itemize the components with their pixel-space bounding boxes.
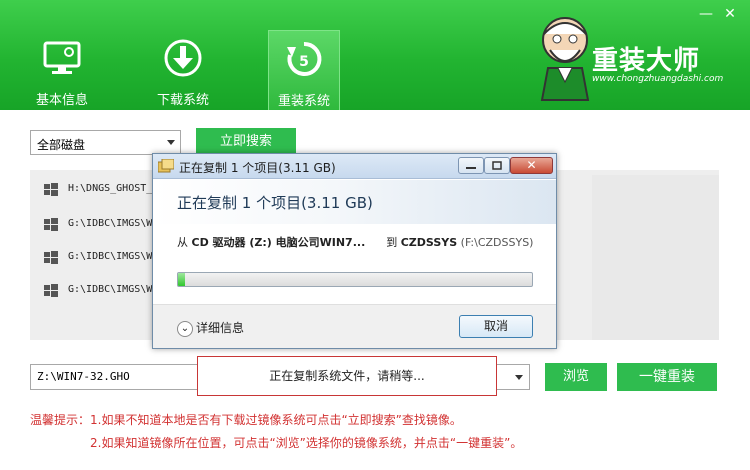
from-value[interactable]: CD 驱动器 (Z:) 电脑公司WIN7... (192, 236, 366, 249)
dialog-maximize-button[interactable] (484, 157, 510, 174)
progress-fill (178, 273, 186, 286)
dialog-close-button[interactable]: ✕ (510, 157, 553, 174)
image-path: G:\IDBC\IMGS\W (68, 284, 153, 295)
dialog-heading: 正在复制 1 个项目(3.11 GB) (177, 194, 373, 212)
chevron-down-icon (167, 140, 175, 145)
one-click-reinstall-button[interactable]: 一键重装 (617, 363, 717, 391)
svg-text:5: 5 (299, 54, 309, 70)
tab-basic-info[interactable]: 基本信息 (26, 30, 98, 110)
tab-reinstall-system[interactable]: 5 重装系统 (268, 30, 340, 110)
image-path-value: Z:\WIN7-32.GHO (37, 370, 130, 383)
from-label: 从 (177, 236, 188, 249)
tab-download-system[interactable]: 下载系统 (147, 30, 219, 110)
brand-title: 重装大师 (592, 46, 701, 76)
image-detail-panel (592, 175, 719, 340)
brand-logo: 重装大师 www.chongzhuangdashi.com (536, 10, 736, 102)
minimize-icon (466, 167, 476, 169)
app-header: — ✕ 基本信息 下载系统 5 重装系统 重装大师 www.chongzhuan… (0, 0, 750, 110)
to-label: 到 (386, 236, 398, 249)
disk-select[interactable]: 全部磁盘 (30, 130, 181, 155)
mascot-icon (540, 17, 590, 101)
tip-prefix: 温馨提示： (30, 413, 91, 427)
details-label: 详细信息 (196, 321, 245, 335)
copy-progress-bar (177, 272, 533, 287)
monitor-icon (43, 41, 81, 74)
download-icon (164, 39, 202, 77)
chevron-down-icon: ⌄ (177, 320, 193, 337)
search-now-button[interactable]: 立即搜索 (196, 128, 296, 156)
chevron-down-icon[interactable] (515, 375, 523, 380)
maximize-icon (492, 161, 502, 170)
windows-logo-icon (44, 251, 58, 264)
windows-logo-icon (44, 183, 58, 196)
tip-line-2: 2.如果知道镜像所在位置，可点击“浏览”选择你的镜像系统，并点击“一键重装”。 (90, 436, 523, 450)
copy-status-message: 正在复制系统文件，请稍等... (197, 356, 497, 396)
tip-line-1: 1.如果不知道本地是否有下载过镜像系统可点击“立即搜索”查找镜像。 (90, 413, 462, 427)
tab-label: 重装系统 (277, 94, 330, 109)
more-details-toggle[interactable]: ⌄ 详细信息 (177, 319, 244, 337)
windows-logo-icon (44, 284, 58, 297)
image-path: G:\IDBC\IMGS\W (68, 251, 153, 262)
copy-progress-dialog: 正在复制 1 个项目(3.11 GB) ✕ 正在复制 1 个项目(3.11 GB… (152, 153, 557, 349)
dialog-header: 正在复制 1 个项目(3.11 GB) (153, 180, 556, 224)
browse-button[interactable]: 浏览 (545, 363, 607, 391)
restore-icon: 5 (287, 41, 322, 76)
image-path: H:\DNGS_GHOST_W (68, 183, 159, 194)
dialog-title: 正在复制 1 个项目(3.11 GB) (179, 161, 336, 175)
disk-select-value: 全部磁盘 (37, 138, 86, 152)
to-value[interactable]: CZDSSYS (401, 236, 457, 249)
windows-logo-icon (44, 218, 58, 231)
copy-folder-icon (158, 159, 174, 173)
dialog-minimize-button[interactable] (458, 157, 484, 174)
to-path: (F:\CZDSSYS) (460, 236, 534, 249)
image-path: G:\IDBC\IMGS\W (68, 218, 153, 229)
cancel-button[interactable]: 取消 (459, 315, 533, 338)
tab-label: 下载系统 (156, 93, 209, 108)
copy-source-dest: 从 CD 驱动器 (Z:) 电脑公司WIN7... 到 CZDSSYS (F:\… (177, 234, 533, 250)
dialog-footer: ⌄ 详细信息 取消 (153, 304, 556, 348)
tab-label: 基本信息 (35, 93, 88, 108)
dialog-titlebar[interactable]: 正在复制 1 个项目(3.11 GB) ✕ (153, 154, 556, 179)
brand-url: www.chongzhuangdashi.com (592, 74, 724, 84)
